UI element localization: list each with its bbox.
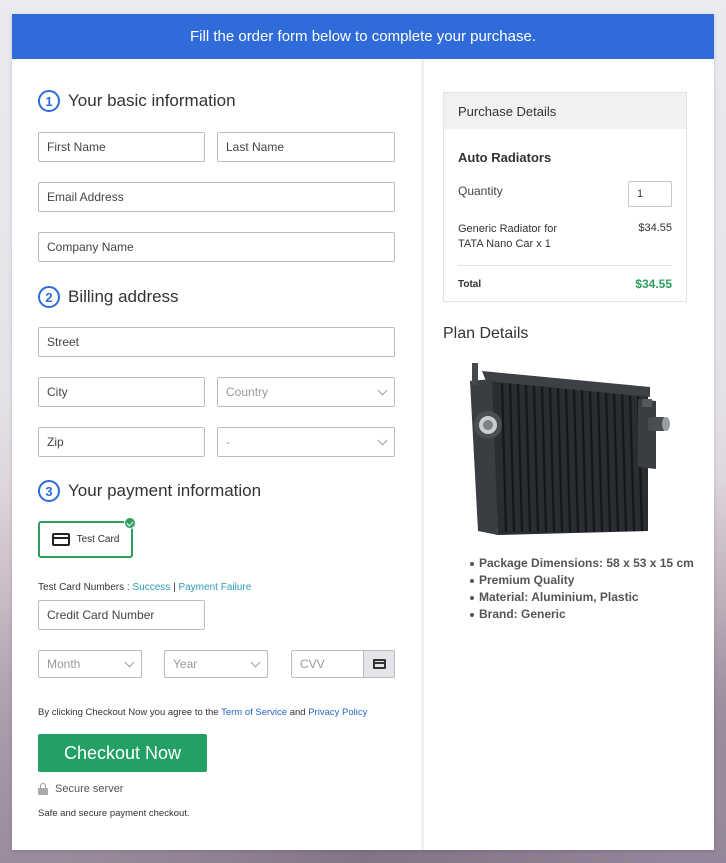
test-card-label: Test Card — [76, 534, 120, 545]
total-label: Total — [458, 279, 482, 290]
chevron-down-icon — [377, 385, 388, 395]
section-title: Your basic information — [68, 91, 236, 110]
chevron-down-icon — [377, 435, 388, 445]
order-form-card: Fill the order form below to complete yo… — [12, 14, 714, 850]
summary-column: Purchase Details Auto Radiators Quantity… — [424, 59, 714, 850]
product-group-title: Auto Radiators — [458, 150, 552, 165]
link-separator: | — [173, 582, 176, 593]
cvv-card-button[interactable] — [363, 650, 395, 678]
safe-checkout-text: Safe and secure payment checkout. — [38, 808, 190, 819]
quantity-label: Quantity — [458, 184, 503, 198]
privacy-policy-link[interactable]: Privacy Policy — [308, 707, 367, 718]
agreement-and: and — [289, 707, 306, 718]
agreement-text: By clicking Checkout Now you agree to th… — [38, 707, 367, 718]
section-payment-info: 3 Your payment information — [38, 480, 261, 502]
plan-feature-list: Package Dimensions: 58 x 53 x 15 cm Prem… — [470, 555, 694, 623]
plan-feature-item: Brand: Generic — [470, 606, 694, 623]
test-card-numbers-label: Test Card Numbers : — [38, 582, 130, 593]
section-title: Billing address — [68, 287, 179, 306]
banner-text: Fill the order form below to complete yo… — [190, 28, 536, 45]
top-banner: Fill the order form below to complete yo… — [12, 14, 714, 59]
plan-feature-item: Material: Aluminium, Plastic — [470, 589, 694, 606]
company-input[interactable]: Company Name — [38, 232, 395, 262]
month-select[interactable]: Month — [38, 650, 142, 678]
radiator-product-image — [470, 363, 670, 535]
terms-of-service-link[interactable]: Term of Service — [221, 707, 287, 718]
plan-details-title: Plan Details — [443, 325, 529, 342]
item-description: Generic Radiator for TATA Nano Car x 1 — [458, 222, 557, 252]
step-number: 3 — [38, 480, 60, 502]
country-select[interactable]: Country — [217, 377, 395, 407]
secure-server-label: Secure server — [55, 783, 124, 795]
test-card-numbers: Test Card Numbers : Success | Payment Fa… — [38, 582, 251, 593]
purchase-details-header: Purchase Details — [444, 93, 686, 129]
chevron-down-icon — [124, 657, 135, 667]
secure-server-note: Secure server — [38, 783, 123, 795]
credit-card-icon — [372, 659, 386, 669]
step-number: 1 — [38, 90, 60, 112]
email-input[interactable]: Email Address — [38, 182, 395, 212]
section-title: Your payment information — [68, 481, 262, 500]
lock-icon — [38, 783, 48, 795]
city-input[interactable]: City — [38, 377, 205, 407]
item-line-2: TATA Nano Car x 1 — [458, 238, 551, 250]
credit-card-icon — [51, 533, 70, 546]
agreement-prefix: By clicking Checkout Now you agree to th… — [38, 707, 219, 718]
zip-input[interactable]: Zip — [38, 427, 205, 457]
chevron-down-icon — [250, 657, 261, 667]
step-number: 2 — [38, 286, 60, 308]
checkout-now-button[interactable]: Checkout Now — [38, 734, 207, 772]
total-divider — [458, 265, 672, 266]
credit-card-number-input[interactable]: Credit Card Number — [38, 600, 205, 630]
year-select-value: Year — [173, 657, 198, 671]
section-billing-address: 2 Billing address — [38, 286, 179, 308]
last-name-input[interactable]: Last Name — [217, 132, 395, 162]
success-link[interactable]: Success — [132, 582, 170, 593]
section-basic-info: 1 Your basic information — [38, 90, 236, 112]
total-value: $34.55 — [635, 277, 672, 291]
form-column: 1 Your basic information First Name Last… — [12, 59, 422, 850]
item-price: $34.55 — [638, 222, 672, 234]
item-line-1: Generic Radiator for — [458, 223, 558, 235]
test-card-option[interactable]: Test Card — [38, 517, 136, 558]
first-name-input[interactable]: First Name — [38, 132, 205, 162]
check-icon — [124, 517, 136, 529]
purchase-details-box: Purchase Details Auto Radiators Quantity… — [443, 92, 687, 302]
month-select-value: Month — [47, 657, 81, 671]
state-select[interactable]: - — [217, 427, 395, 457]
cvv-group: CVV — [291, 650, 395, 678]
street-input[interactable]: Street — [38, 327, 395, 357]
country-select-value: Country — [226, 385, 269, 399]
plan-feature-item: Package Dimensions: 58 x 53 x 15 cm — [470, 555, 694, 572]
payment-failure-link[interactable]: Payment Failure — [178, 582, 251, 593]
plan-feature-item: Premium Quality — [470, 572, 694, 589]
year-select[interactable]: Year — [164, 650, 268, 678]
quantity-input[interactable]: 1 — [628, 181, 672, 207]
state-select-value: - — [226, 435, 230, 449]
